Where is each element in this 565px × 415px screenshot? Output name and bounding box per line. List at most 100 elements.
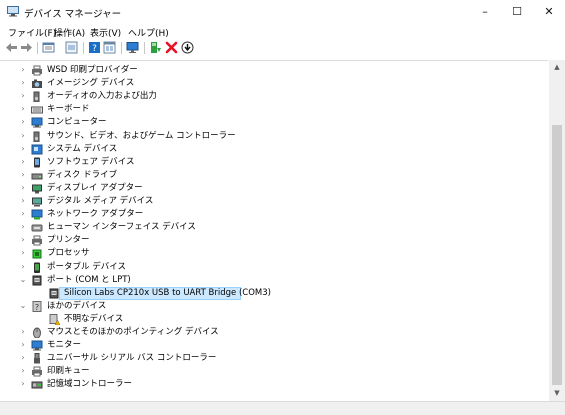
- expand-chevron-icon[interactable]: ›: [19, 340, 27, 350]
- tree-category-item[interactable]: ⌄ ポート (COM と LPT): [0, 274, 548, 287]
- tree-category-item[interactable]: › オーディオの入力および出力: [0, 90, 548, 103]
- close-button[interactable]: ✕: [533, 0, 565, 24]
- toolbar-separator: [144, 42, 145, 54]
- update-driver-icon[interactable]: [149, 41, 162, 54]
- expand-chevron-icon[interactable]: ›: [19, 196, 27, 206]
- tree-item-label: プロセッサ: [47, 248, 90, 259]
- expand-chevron-icon[interactable]: ›: [19, 104, 27, 114]
- menu-action[interactable]: 操作(A): [54, 26, 85, 39]
- minimize-button[interactable]: –: [469, 0, 501, 24]
- device-manager-icon: [7, 6, 19, 17]
- back-icon[interactable]: [5, 41, 18, 54]
- help-icon[interactable]: ?: [88, 41, 101, 54]
- tree-item-label: オーディオの入力および出力: [47, 91, 157, 102]
- tree-category-item[interactable]: › プリンター: [0, 234, 548, 247]
- svg-text:?: ?: [92, 44, 97, 54]
- tree-category-item[interactable]: › 記憶域コントローラー: [0, 378, 548, 391]
- hid-icon: [31, 224, 43, 232]
- tree-category-item[interactable]: › モニター: [0, 339, 548, 352]
- tree-item-label: ポート (COM と LPT): [47, 274, 131, 285]
- monitor-icon[interactable]: [126, 41, 139, 54]
- show-hidden-icon[interactable]: [65, 41, 78, 54]
- expand-chevron-icon[interactable]: ›: [19, 78, 27, 88]
- expand-chevron-icon[interactable]: ›: [19, 117, 27, 127]
- media-icon: [32, 197, 42, 207]
- mouse-icon: [33, 327, 41, 338]
- forward-icon[interactable]: [20, 41, 33, 54]
- expand-chevron-icon[interactable]: ›: [19, 248, 27, 258]
- tree-category-item[interactable]: › ポータブル デバイス: [0, 261, 548, 274]
- scrollbar-thumb[interactable]: [552, 125, 562, 385]
- expand-chevron-icon[interactable]: ›: [19, 366, 27, 376]
- tree-item-label: ソフトウェア デバイス: [47, 156, 135, 167]
- storage-icon: [31, 381, 43, 389]
- warning-device-icon: [49, 313, 60, 325]
- collapse-chevron-icon[interactable]: ⌄: [19, 275, 27, 285]
- vertical-scrollbar[interactable]: ▲ ▼: [549, 60, 565, 401]
- scroll-up-button[interactable]: ▲: [549, 62, 565, 72]
- tree-child-item[interactable]: 不明なデバイス: [0, 313, 548, 326]
- device-tree[interactable]: › WSD 印刷プロバイダー › イメージング デバイス › オーディオの入力および出力 ›…: [0, 60, 548, 402]
- tree-category-item[interactable]: › マウスとそのほかのポインティング デバイス: [0, 326, 548, 339]
- menu-view[interactable]: 表示(V): [90, 26, 121, 39]
- expand-chevron-icon[interactable]: ›: [19, 262, 27, 272]
- maximize-button[interactable]: ☐: [501, 0, 533, 24]
- expand-chevron-icon[interactable]: ›: [19, 144, 27, 154]
- tree-category-item[interactable]: › WSD 印刷プロバイダー: [0, 64, 548, 77]
- expand-chevron-icon[interactable]: ›: [19, 235, 27, 245]
- system-icon: [31, 144, 43, 155]
- port-icon: [32, 275, 42, 286]
- tree-item-label: ディスプレイ アダプター: [47, 182, 143, 193]
- expand-chevron-icon[interactable]: ›: [19, 65, 27, 75]
- svg-text:?: ?: [35, 303, 39, 312]
- tree-category-item[interactable]: › ユニバーサル シリアル バス コントローラー: [0, 352, 548, 365]
- tree-category-item[interactable]: ⌄? ほかのデバイス: [0, 300, 548, 313]
- monitor-icon: [31, 340, 43, 351]
- expand-chevron-icon[interactable]: ›: [19, 131, 27, 141]
- title-bar: デバイス マネージャー – ☐ ✕: [0, 0, 565, 24]
- properties-icon[interactable]: [42, 41, 55, 54]
- disk-icon: [31, 173, 43, 180]
- expand-chevron-icon[interactable]: ›: [19, 327, 27, 337]
- expand-chevron-icon[interactable]: ›: [19, 183, 27, 193]
- menu-file[interactable]: ファイル(F): [8, 26, 56, 39]
- expand-chevron-icon[interactable]: ›: [19, 209, 27, 219]
- tree-category-item[interactable]: › イメージング デバイス: [0, 77, 548, 90]
- expand-chevron-icon[interactable]: ›: [19, 222, 27, 232]
- tree-category-item[interactable]: › キーボード: [0, 103, 548, 116]
- expand-chevron-icon[interactable]: ›: [19, 170, 27, 180]
- toolbar-separator: [121, 42, 122, 54]
- tree-category-item[interactable]: › ネットワーク アダプター: [0, 208, 548, 221]
- menu-help[interactable]: ヘルプ(H): [128, 26, 169, 39]
- tree-item-label: システム デバイス: [47, 143, 118, 154]
- tree-item-label: WSD 印刷プロバイダー: [47, 65, 138, 75]
- status-bar: [0, 401, 565, 415]
- tree-category-item[interactable]: › ディスプレイ アダプター: [0, 182, 548, 195]
- tree-category-item[interactable]: › 印刷キュー: [0, 365, 548, 378]
- expand-chevron-icon[interactable]: ›: [19, 379, 27, 389]
- tree-item-label: コンピューター: [47, 117, 107, 128]
- tree-category-item[interactable]: › コンピューター: [0, 116, 548, 129]
- tree-item-label: 不明なデバイス: [64, 313, 124, 324]
- uninstall-icon[interactable]: [165, 41, 178, 54]
- speaker-icon: [33, 91, 40, 103]
- tree-item-label: モニター: [47, 340, 82, 351]
- collapse-chevron-icon[interactable]: ⌄: [19, 301, 27, 311]
- tree-category-item[interactable]: › システム デバイス: [0, 143, 548, 156]
- expand-chevron-icon[interactable]: ›: [19, 91, 27, 101]
- download-icon[interactable]: [181, 41, 194, 54]
- tree-category-item[interactable]: › デジタル メディア デバイス: [0, 195, 548, 208]
- processor-icon: [32, 249, 42, 259]
- port-icon: [49, 288, 59, 299]
- tree-category-item[interactable]: › サウンド、ビデオ、およびゲーム コントローラー: [0, 130, 548, 143]
- details-icon[interactable]: [103, 41, 116, 54]
- expand-chevron-icon[interactable]: ›: [19, 353, 27, 363]
- tree-category-item[interactable]: › ヒューマン インターフェイス デバイス: [0, 221, 548, 234]
- tree-category-item[interactable]: › ディスク ドライブ: [0, 169, 548, 182]
- scroll-down-button[interactable]: ▼: [549, 388, 565, 398]
- tree-category-item[interactable]: › ソフトウェア デバイス: [0, 156, 548, 169]
- tree-child-item[interactable]: Silicon Labs CP210x USB to UART Bridge (…: [0, 286, 548, 300]
- menu-bar: ファイル(F) 操作(A) 表示(V) ヘルプ(H): [0, 24, 565, 39]
- expand-chevron-icon[interactable]: ›: [19, 157, 27, 167]
- tree-category-item[interactable]: › プロセッサ: [0, 247, 548, 260]
